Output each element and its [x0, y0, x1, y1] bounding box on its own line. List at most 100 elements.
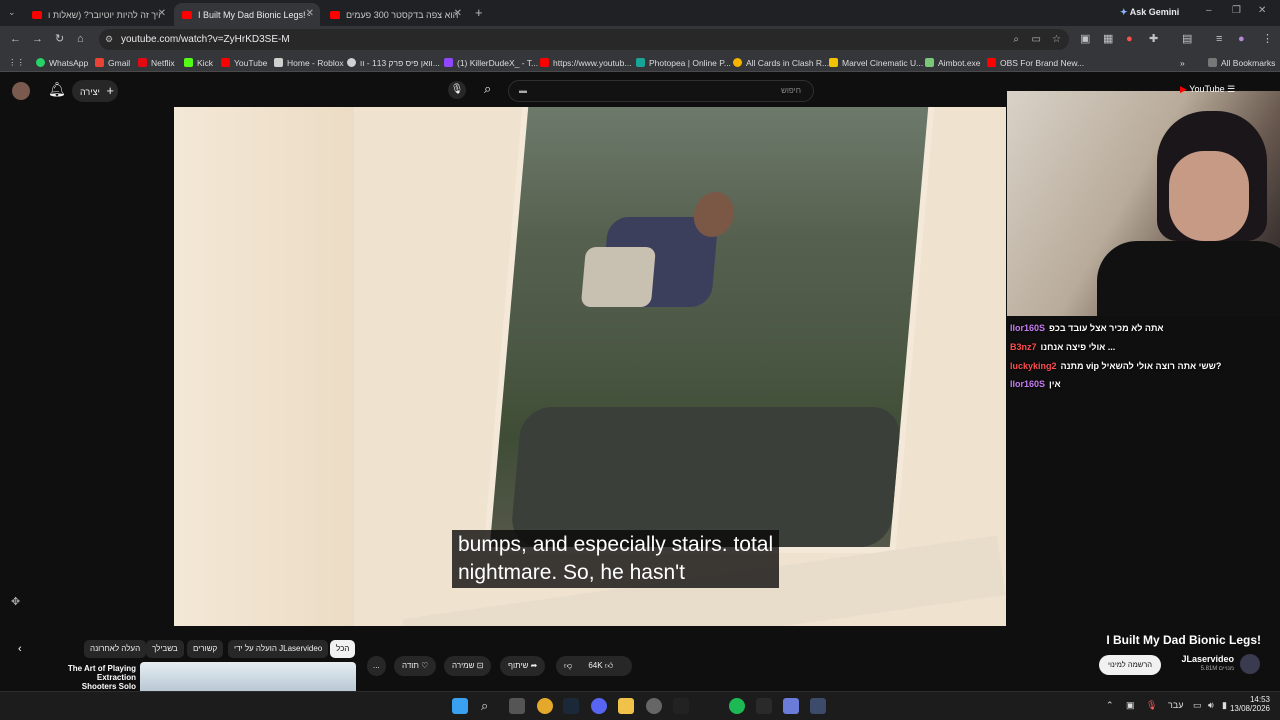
chip-all[interactable]: הכל	[330, 640, 356, 658]
channel-avatar[interactable]	[1240, 654, 1260, 674]
bookmarks-overflow-icon[interactable]: »	[1180, 56, 1185, 69]
chip-recent[interactable]: העלה לאחרונה	[84, 640, 147, 658]
plus-icon: +	[106, 83, 114, 98]
capcut-icon[interactable]	[673, 698, 689, 714]
sidepanel-icon[interactable]: ▤	[1182, 33, 1192, 45]
epic-games-icon[interactable]	[756, 698, 772, 714]
bookmark-marvel[interactable]: Marvel Cinematic U...	[829, 56, 923, 69]
caption-line-2: nightmare. So, he hasn't	[458, 561, 685, 584]
chrome-menu-icon[interactable]: ⋮	[1262, 33, 1273, 45]
apps-grid-icon[interactable]: ⋮⋮	[8, 56, 25, 69]
home-icon[interactable]: ⌂	[77, 33, 84, 45]
move-handle-icon[interactable]: ✥	[11, 595, 20, 608]
address-bar[interactable]: ⚙ youtube.com/watch?v=ZyHrKD3SE-M ⌕ ▭ ☆	[99, 29, 1069, 50]
profile-menu-icon[interactable]: ≡	[1216, 33, 1222, 45]
bookmark-gmail[interactable]: Gmail	[95, 56, 130, 69]
windows-start-icon[interactable]	[452, 698, 468, 714]
chip-uploaded-by[interactable]: הועלה על ידי JLaservideo	[228, 640, 329, 658]
maximize-icon[interactable]: ❐	[1232, 5, 1241, 16]
search-icon[interactable]: ⌕	[484, 81, 491, 97]
chip-related[interactable]: קשורים	[187, 640, 224, 658]
tab-search-icon[interactable]: ⌄	[8, 7, 16, 18]
close-tab-icon[interactable]: ✕	[306, 8, 314, 19]
chips-prev-icon[interactable]: ‹	[18, 643, 22, 655]
save-button[interactable]: שמירה ⊡	[444, 656, 492, 676]
spotify-icon[interactable]	[729, 698, 745, 714]
youtube-logo[interactable]: ▶ YouTube ☰	[1180, 84, 1235, 95]
discord-icon[interactable]	[591, 698, 607, 714]
menu-icon[interactable]: ☰	[1227, 84, 1235, 94]
tab-2-active[interactable]: I Built My Dad Bionic Legs! - Yo ✕	[174, 3, 320, 26]
bookmark-roblox[interactable]: Home - Roblox	[274, 56, 344, 69]
reload-icon[interactable]: ↻	[55, 33, 64, 45]
recommendation-title[interactable]: The Art of Playing Extraction Shooters So…	[30, 664, 136, 691]
more-actions-button[interactable]: ...	[367, 656, 386, 676]
taskbar-search-icon[interactable]: ⌕	[481, 698, 497, 714]
notifications-bell-icon[interactable]: 🔔︎	[48, 81, 66, 98]
bookmark-twitch[interactable]: (1) KillerDudeX_ - T...	[444, 56, 538, 69]
close-window-icon[interactable]: ✕	[1258, 5, 1266, 16]
thanks-button[interactable]: תודה ♡	[394, 656, 437, 676]
all-bookmarks[interactable]: All Bookmarks	[1208, 56, 1275, 69]
youtube-icon	[987, 58, 996, 67]
new-tab-button[interactable]: +	[475, 5, 483, 20]
tab-1[interactable]: איך זה להיות יוטיובר? (שאלות ו ✕	[24, 3, 172, 26]
zoom-icon[interactable]: ⌕	[1013, 29, 1019, 50]
extensions-puzzle-icon[interactable]: ✚	[1149, 33, 1158, 45]
chrome-icon[interactable]	[537, 698, 553, 714]
extension-icon[interactable]: ▣	[1080, 33, 1090, 45]
bookmark-whatsapp[interactable]: WhatsApp	[36, 56, 88, 69]
subscribe-button[interactable]: הרשמה למינוי	[1099, 655, 1161, 675]
app-icon[interactable]	[783, 698, 799, 714]
bookmark-obs[interactable]: OBS For Brand New...	[987, 56, 1084, 69]
steam-icon[interactable]	[563, 698, 579, 714]
bookmark-netflix[interactable]: Netflix	[138, 56, 175, 69]
tray-app-icon[interactable]: ▣	[1126, 700, 1135, 711]
battery-icon[interactable]: ▮	[1222, 700, 1227, 711]
create-button[interactable]: יצירה +	[72, 80, 118, 102]
close-tab-icon[interactable]: ✕	[454, 8, 462, 19]
extension-icon[interactable]: ▦	[1103, 33, 1113, 45]
voice-search-icon[interactable]: 🎙︎	[448, 81, 466, 99]
close-tab-icon[interactable]: ✕	[158, 8, 166, 19]
task-view-icon[interactable]	[509, 698, 525, 714]
ask-gemini-button[interactable]: ✦ Ask Gemini	[1120, 7, 1179, 18]
chip-for-you[interactable]: בשבילך	[146, 640, 184, 658]
tab-3[interactable]: הוא צפה בדקסטר 300 פעמים ✕	[322, 3, 468, 26]
microphone-icon[interactable]: 🎙︎	[1146, 700, 1157, 711]
back-icon[interactable]: ←	[10, 33, 21, 45]
like-button[interactable]: 64K 👍︎	[588, 661, 613, 670]
bookmark-clash[interactable]: All Cards in Clash R...	[733, 56, 829, 69]
profile-avatar-icon[interactable]: ●	[1238, 33, 1245, 45]
share-button[interactable]: שיתוף ➦	[500, 656, 546, 676]
language-indicator[interactable]: עבר	[1168, 700, 1183, 710]
network-icon[interactable]: ▭	[1193, 700, 1202, 711]
kick-icon	[184, 58, 193, 67]
volume-icon[interactable]: 🔊︎	[1208, 700, 1214, 711]
bookmark-photopea[interactable]: Photopea | Online P...	[636, 56, 731, 69]
obs-icon[interactable]	[646, 698, 662, 714]
minimize-icon[interactable]: –	[1206, 5, 1212, 16]
recommendation-thumbnail[interactable]	[140, 662, 356, 691]
tray-overflow-icon[interactable]: ⌃	[1106, 700, 1114, 711]
cast-icon[interactable]: ▭	[1032, 29, 1041, 50]
bookmark-aimbot[interactable]: Aimbot.exe	[925, 56, 981, 69]
search-input[interactable]: ▬ חיפוש	[508, 80, 814, 102]
bookmark-youtube-link[interactable]: https://www.youtub...	[540, 56, 631, 69]
extension-badge-icon[interactable]: ●	[1126, 33, 1133, 45]
tab-title: איך זה להיות יוטיובר? (שאלות ו	[48, 9, 160, 20]
channel-name[interactable]: JLaservideo	[1172, 654, 1234, 664]
clock[interactable]: 14:53 13/08/2026	[1228, 695, 1270, 713]
file-explorer-icon[interactable]	[618, 698, 634, 714]
keyboard-icon[interactable]: ▬	[519, 81, 527, 101]
bookmark-kick[interactable]: Kick	[184, 56, 213, 69]
account-avatar[interactable]	[12, 82, 30, 100]
bookmark-onepiece[interactable]: וואן פיס פרק 113 - וו...	[347, 56, 440, 69]
bookmark-star-icon[interactable]: ☆	[1052, 29, 1061, 50]
site-info-icon[interactable]: ⚙	[105, 29, 113, 50]
bookmark-youtube[interactable]: YouTube	[221, 56, 267, 69]
youtube-icon	[540, 58, 549, 67]
forward-icon[interactable]: →	[32, 33, 43, 45]
dislike-icon[interactable]: 👎︎	[564, 661, 572, 670]
app-icon[interactable]	[810, 698, 826, 714]
